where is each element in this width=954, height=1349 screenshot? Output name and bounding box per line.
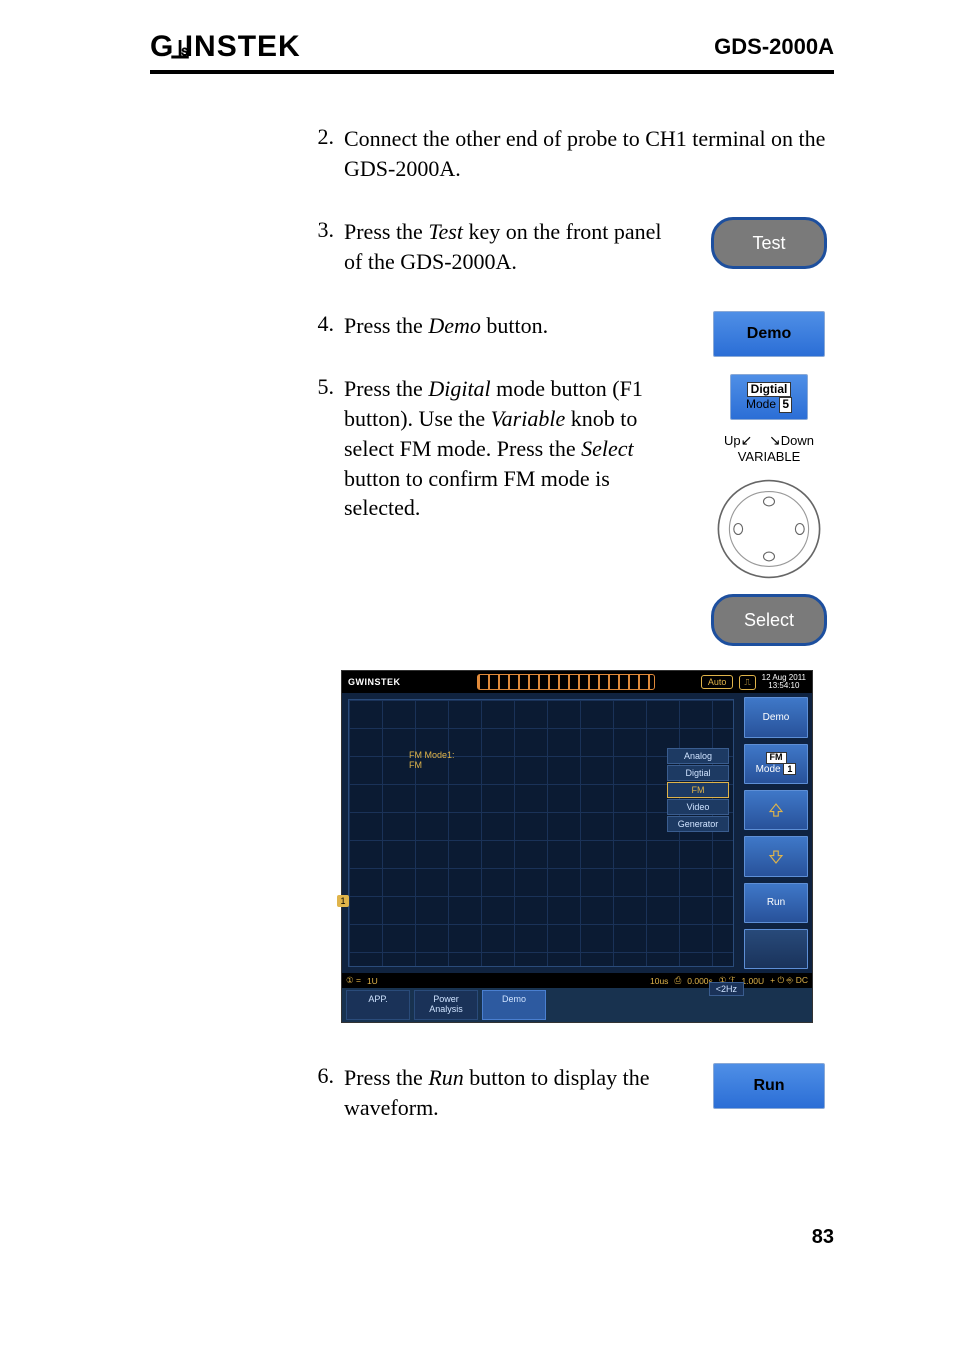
- step-text: Press the Demo button.: [344, 311, 548, 341]
- text-emphasis: Test: [428, 219, 463, 244]
- oscope-top-bar: GWINSTEK Auto ⎍ 12 Aug 2011 13:54:10: [342, 671, 812, 693]
- text-emphasis: Run: [428, 1065, 463, 1090]
- text-box: 5: [779, 397, 792, 412]
- step-number: 4.: [310, 311, 334, 341]
- mode-menu-item: Analog: [667, 748, 729, 764]
- mode-bottom-label: Mode 5: [746, 397, 792, 412]
- save-icon: ⎙: [674, 975, 681, 986]
- step-4-row: 4. Press the Demo button. Demo: [310, 311, 834, 375]
- step-number: 5.: [310, 374, 334, 522]
- time-scale: 10us: [650, 976, 668, 986]
- step-4: 4. Press the Demo button.: [310, 311, 704, 341]
- step-text: Press the Run button to display the wave…: [344, 1063, 684, 1122]
- text-emphasis: Select: [581, 436, 634, 461]
- step-5: 5. Press the Digital mode button (F1 but…: [310, 374, 704, 522]
- oscilloscope-screenshot: GWINSTEK Auto ⎍ 12 Aug 2011 13:54:10 FM …: [310, 670, 844, 1023]
- step-6-illustration: Run: [704, 1063, 834, 1109]
- page-number: 83: [812, 1226, 834, 1249]
- variable-label: VARIABLE: [724, 449, 814, 464]
- side-demo-button: Demo: [744, 697, 808, 737]
- trigger-pill-icon: ⎍: [739, 675, 755, 690]
- step-number: 6.: [310, 1063, 334, 1122]
- step-6: 6. Press the Run button to display the w…: [310, 1063, 704, 1122]
- waveform-preview-icon: [477, 674, 655, 690]
- up-label: Up↙: [724, 432, 752, 449]
- text-fragment: Down: [781, 433, 814, 448]
- oscope-tab: Power Analysis: [414, 990, 478, 1020]
- select-button-illustration: Select: [711, 594, 827, 646]
- mode-menu-item: Digtial: [667, 765, 729, 781]
- mode-menu: AnalogDigtialFMVideoGenerator: [667, 748, 729, 832]
- mode-menu-item: Generator: [667, 816, 729, 832]
- variable-knob-cluster: Up↙ ↘Down VARIABLE: [724, 430, 814, 464]
- text-fragment: DC: [796, 975, 808, 985]
- freq-readout: <2Hz: [709, 982, 744, 996]
- variable-knob-illustration: [714, 474, 824, 584]
- side-down-arrow-button: [744, 836, 808, 876]
- content-area: 2. Connect the other end of probe to CH1…: [150, 74, 834, 1157]
- text-fragment: Mode: [746, 397, 779, 411]
- text-emphasis: Variable: [491, 406, 566, 431]
- brand-logo: G⫡INSTEK: [150, 30, 301, 64]
- text-emphasis: Demo: [428, 313, 481, 338]
- step-number: 2.: [310, 124, 334, 183]
- text-fragment: Press the: [344, 1065, 428, 1090]
- side-run-button: Run: [744, 883, 808, 923]
- mode-menu-item: FM: [667, 782, 729, 798]
- text-fragment: button to confirm FM mode is selected.: [344, 466, 610, 521]
- oscope-grid: FM Mode1: FM 1 AnalogDigtialFMVideoGener…: [348, 699, 734, 967]
- step-text: Connect the other end of probe to CH1 te…: [344, 124, 834, 183]
- product-model: GDS-2000A: [714, 34, 834, 60]
- step-5-row: 5. Press the Digital mode button (F1 but…: [310, 374, 834, 646]
- down-label: ↘Down: [769, 432, 814, 449]
- channel-marker: 1: [337, 895, 349, 907]
- auto-mode-pill: Auto: [701, 675, 734, 689]
- step-4-illustration: Demo: [704, 311, 834, 357]
- document-page: G⫡INSTEK GDS-2000A 2. Connect the other …: [0, 0, 954, 1349]
- text-fragment: Up: [724, 433, 741, 448]
- step-3-row: 3. Press the Test key on the front panel…: [310, 217, 834, 310]
- step-number: 3.: [310, 217, 334, 276]
- text-fragment: Press the: [344, 219, 428, 244]
- oscope-datetime: 12 Aug 2011 13:54:10: [762, 674, 806, 690]
- text-fragment: button.: [481, 313, 548, 338]
- step-5-illustration: Digtial Mode 5 Up↙ ↘Down VARIABLE: [704, 374, 834, 646]
- arrow-down-icon: ↘: [769, 432, 781, 448]
- oscilloscope-frame: GWINSTEK Auto ⎍ 12 Aug 2011 13:54:10 FM …: [341, 670, 813, 1023]
- step-text: Press the Test key on the front panel of…: [344, 217, 684, 276]
- step-6-row: 6. Press the Run button to display the w…: [310, 1063, 834, 1156]
- text-fragment: Press the: [344, 376, 428, 401]
- step-3: 3. Press the Test key on the front panel…: [310, 217, 704, 276]
- side-empty-button: [744, 929, 808, 969]
- page-header: G⫡INSTEK GDS-2000A: [150, 30, 834, 74]
- text-emphasis: Digital: [428, 376, 490, 401]
- oscope-side-menu: Demo FM Mode 1 Run: [740, 693, 812, 973]
- text-fragment: Mode: [756, 764, 784, 775]
- text-fragment: Press the: [344, 313, 428, 338]
- up-down-labels: Up↙ ↘Down: [724, 432, 814, 449]
- oscope-tab: APP.: [346, 990, 410, 1020]
- mode-menu-item: Video: [667, 799, 729, 815]
- mode-top-label: Digtial: [747, 382, 792, 397]
- coupling: + ⏻ ⎆ DC: [770, 975, 808, 986]
- side-fm-mode-button: FM Mode 1: [744, 744, 808, 784]
- trigger-level: 1.00U: [741, 976, 764, 986]
- test-button-illustration: Test: [711, 217, 827, 269]
- step-2: 2. Connect the other end of probe to CH1…: [310, 124, 834, 183]
- run-button-illustration: Run: [713, 1063, 825, 1109]
- oscope-tab: Demo: [482, 990, 546, 1020]
- step-text: Press the Digital mode button (F1 button…: [344, 374, 684, 522]
- fm-mode-label: FM Mode1: FM: [409, 750, 455, 770]
- arrow-down-icon: ↙: [741, 432, 753, 448]
- text-box: 1: [783, 763, 796, 775]
- digital-mode-button-illustration: Digtial Mode 5: [730, 374, 808, 420]
- demo-button-illustration: Demo: [713, 311, 825, 357]
- step-3-illustration: Test: [704, 217, 834, 269]
- oscope-body: FM Mode1: FM 1 AnalogDigtialFMVideoGener…: [342, 693, 812, 973]
- oscope-brand: GWINSTEK: [348, 677, 401, 687]
- channel-indicator: ① =: [346, 975, 361, 986]
- fm-mode-label: Mode 1: [756, 764, 797, 775]
- side-up-arrow-button: [744, 790, 808, 830]
- volt-scale: 1U: [367, 976, 378, 986]
